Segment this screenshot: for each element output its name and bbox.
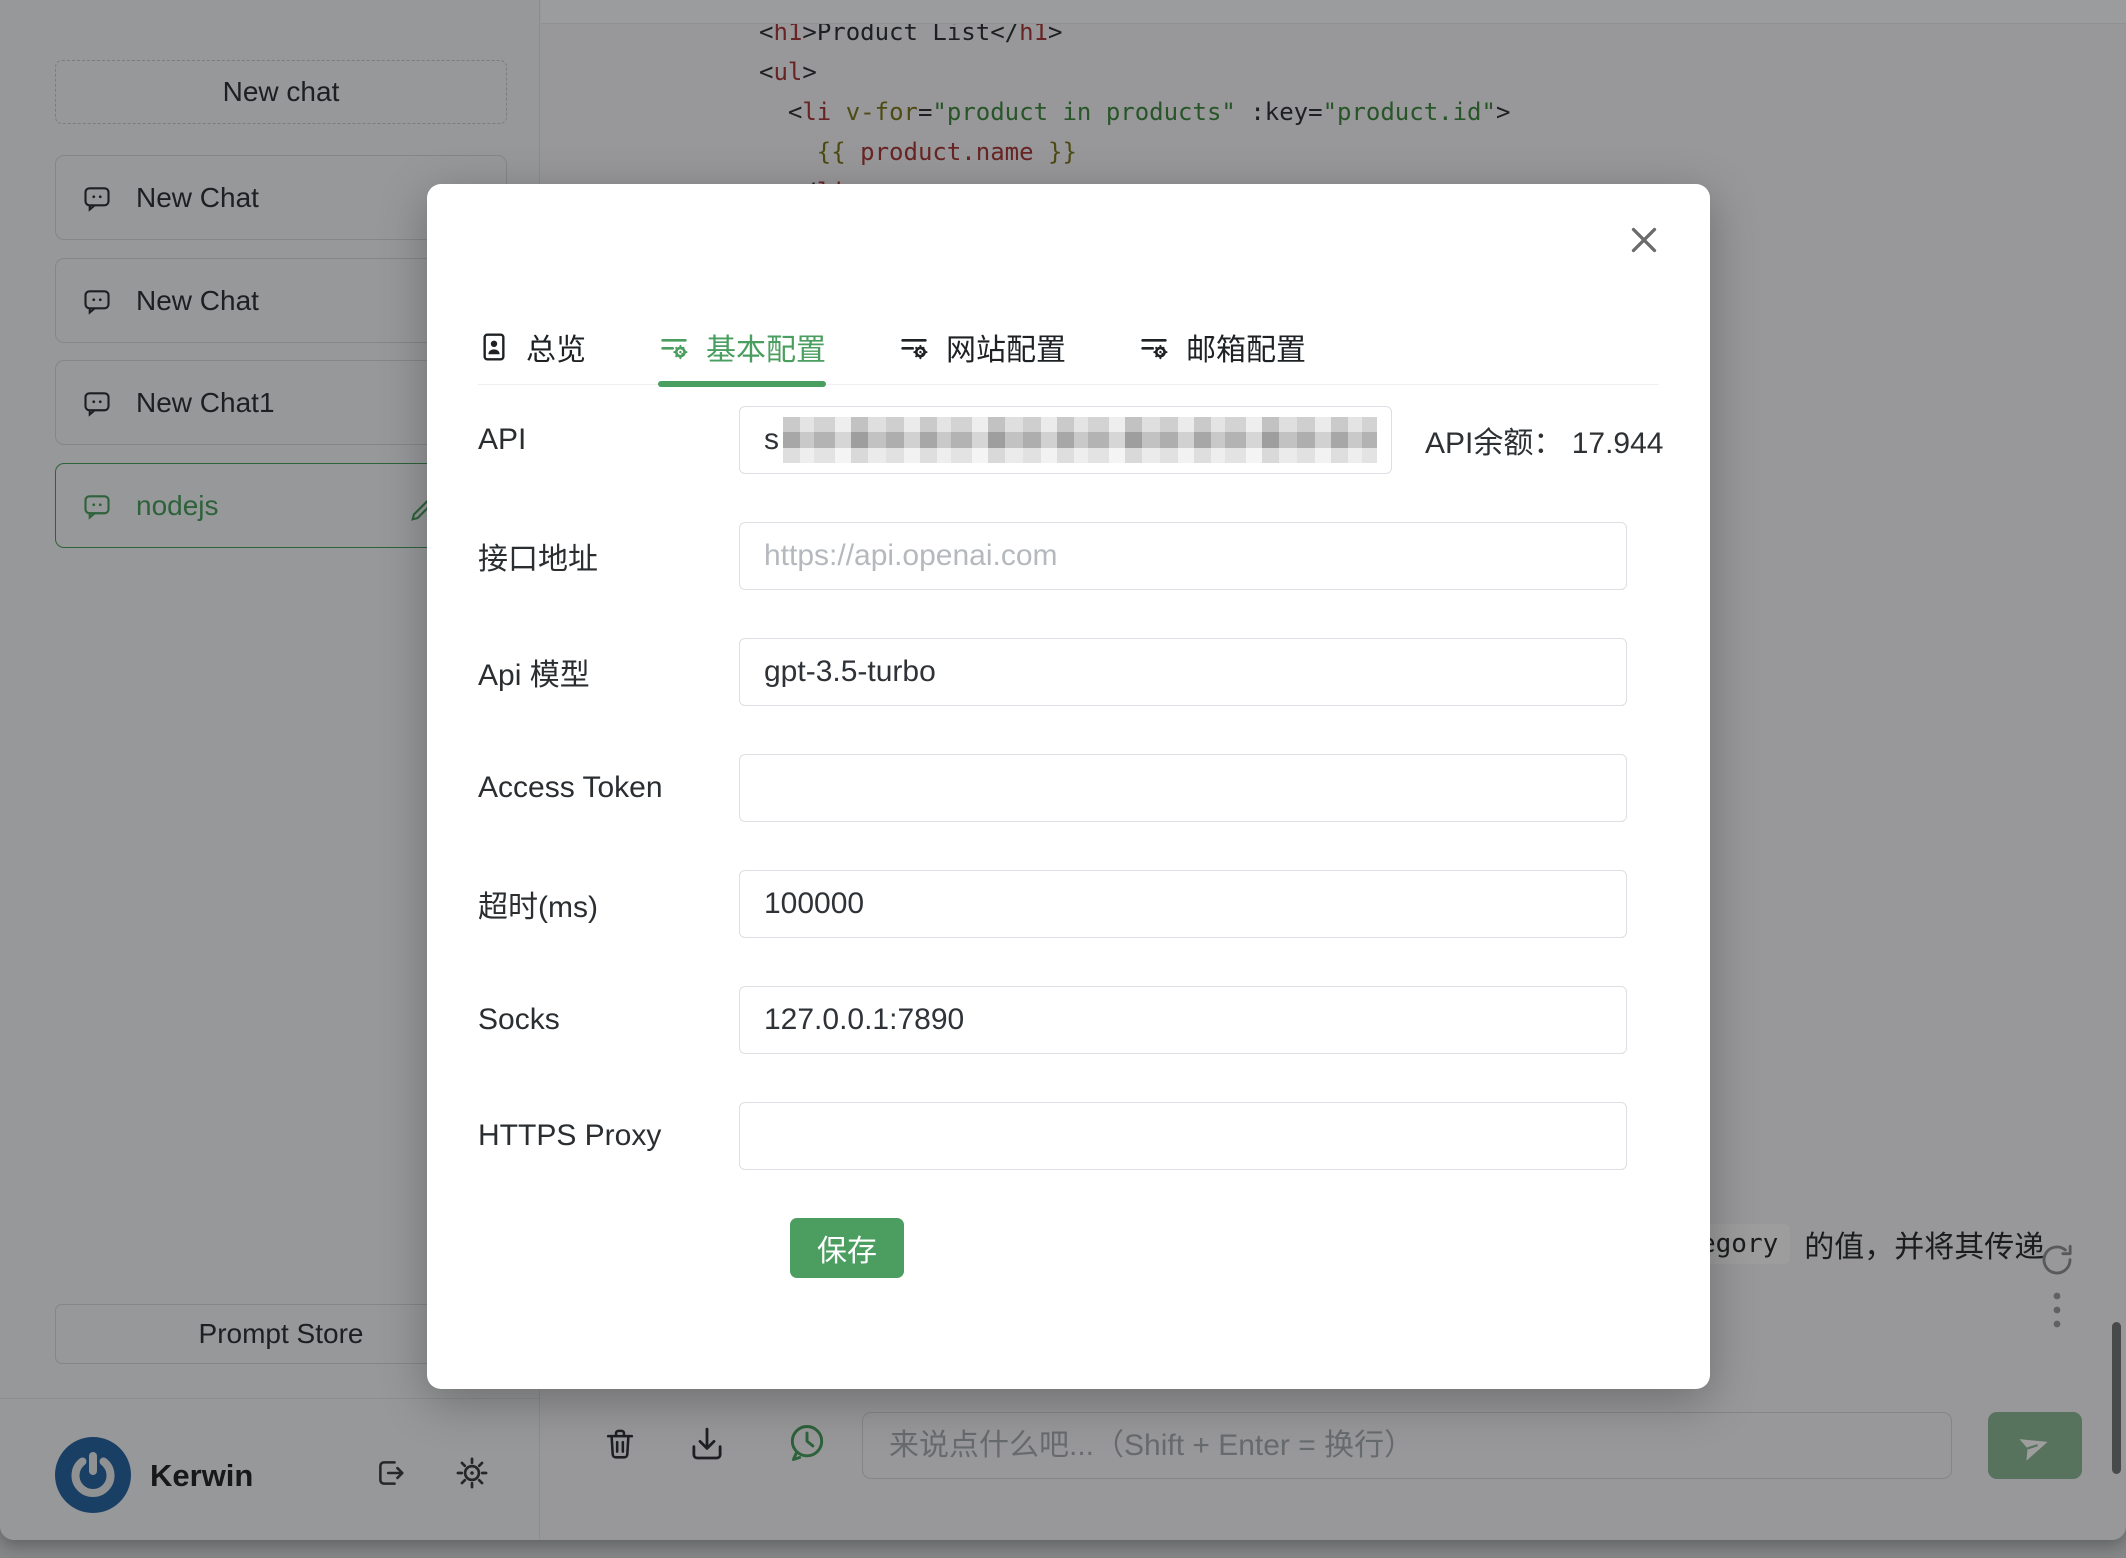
settings-modal: 总览 基本配置 网站配置 bbox=[427, 184, 1710, 1389]
tab-label: 基本配置 bbox=[706, 325, 826, 369]
socks-label: Socks bbox=[478, 1003, 739, 1037]
api-key-redacted bbox=[783, 417, 1377, 463]
timeout-input[interactable] bbox=[739, 870, 1627, 938]
endpoint-label: 接口地址 bbox=[478, 534, 739, 578]
socks-input[interactable] bbox=[739, 986, 1627, 1054]
list-settings-icon bbox=[1138, 331, 1170, 363]
https-proxy-label: HTTPS Proxy bbox=[478, 1119, 739, 1153]
tab-site-config[interactable]: 网站配置 bbox=[898, 310, 1066, 384]
api-balance-value: 17.944 bbox=[1572, 427, 1664, 460]
access-token-input[interactable] bbox=[739, 754, 1627, 822]
settings-tabs: 总览 基本配置 网站配置 bbox=[478, 310, 1659, 385]
tab-label: 总览 bbox=[526, 325, 586, 369]
tab-email-config[interactable]: 邮箱配置 bbox=[1138, 310, 1306, 384]
api-balance-label: API余额： bbox=[1425, 427, 1563, 460]
model-label: Api 模型 bbox=[478, 650, 739, 694]
close-icon[interactable] bbox=[1626, 222, 1662, 258]
endpoint-input[interactable] bbox=[739, 522, 1627, 590]
list-settings-icon bbox=[658, 331, 690, 363]
save-button[interactable]: 保存 bbox=[790, 1218, 904, 1278]
https-proxy-input[interactable] bbox=[739, 1102, 1627, 1170]
api-key-prefix: s bbox=[764, 423, 779, 457]
api-balance: API余额： 17.944 bbox=[1425, 418, 1663, 462]
model-input[interactable] bbox=[739, 638, 1627, 706]
api-label: API bbox=[478, 423, 739, 457]
tab-label: 邮箱配置 bbox=[1186, 325, 1306, 369]
tab-overview[interactable]: 总览 bbox=[478, 310, 586, 384]
list-settings-icon bbox=[898, 331, 930, 363]
api-key-input[interactable]: s bbox=[739, 406, 1392, 474]
active-tab-underline bbox=[658, 381, 826, 387]
timeout-label: 超时(ms) bbox=[478, 882, 739, 926]
tab-basic-config[interactable]: 基本配置 bbox=[658, 310, 826, 384]
tab-label: 网站配置 bbox=[946, 325, 1066, 369]
id-card-icon bbox=[478, 331, 510, 363]
access-token-label: Access Token bbox=[478, 771, 739, 805]
